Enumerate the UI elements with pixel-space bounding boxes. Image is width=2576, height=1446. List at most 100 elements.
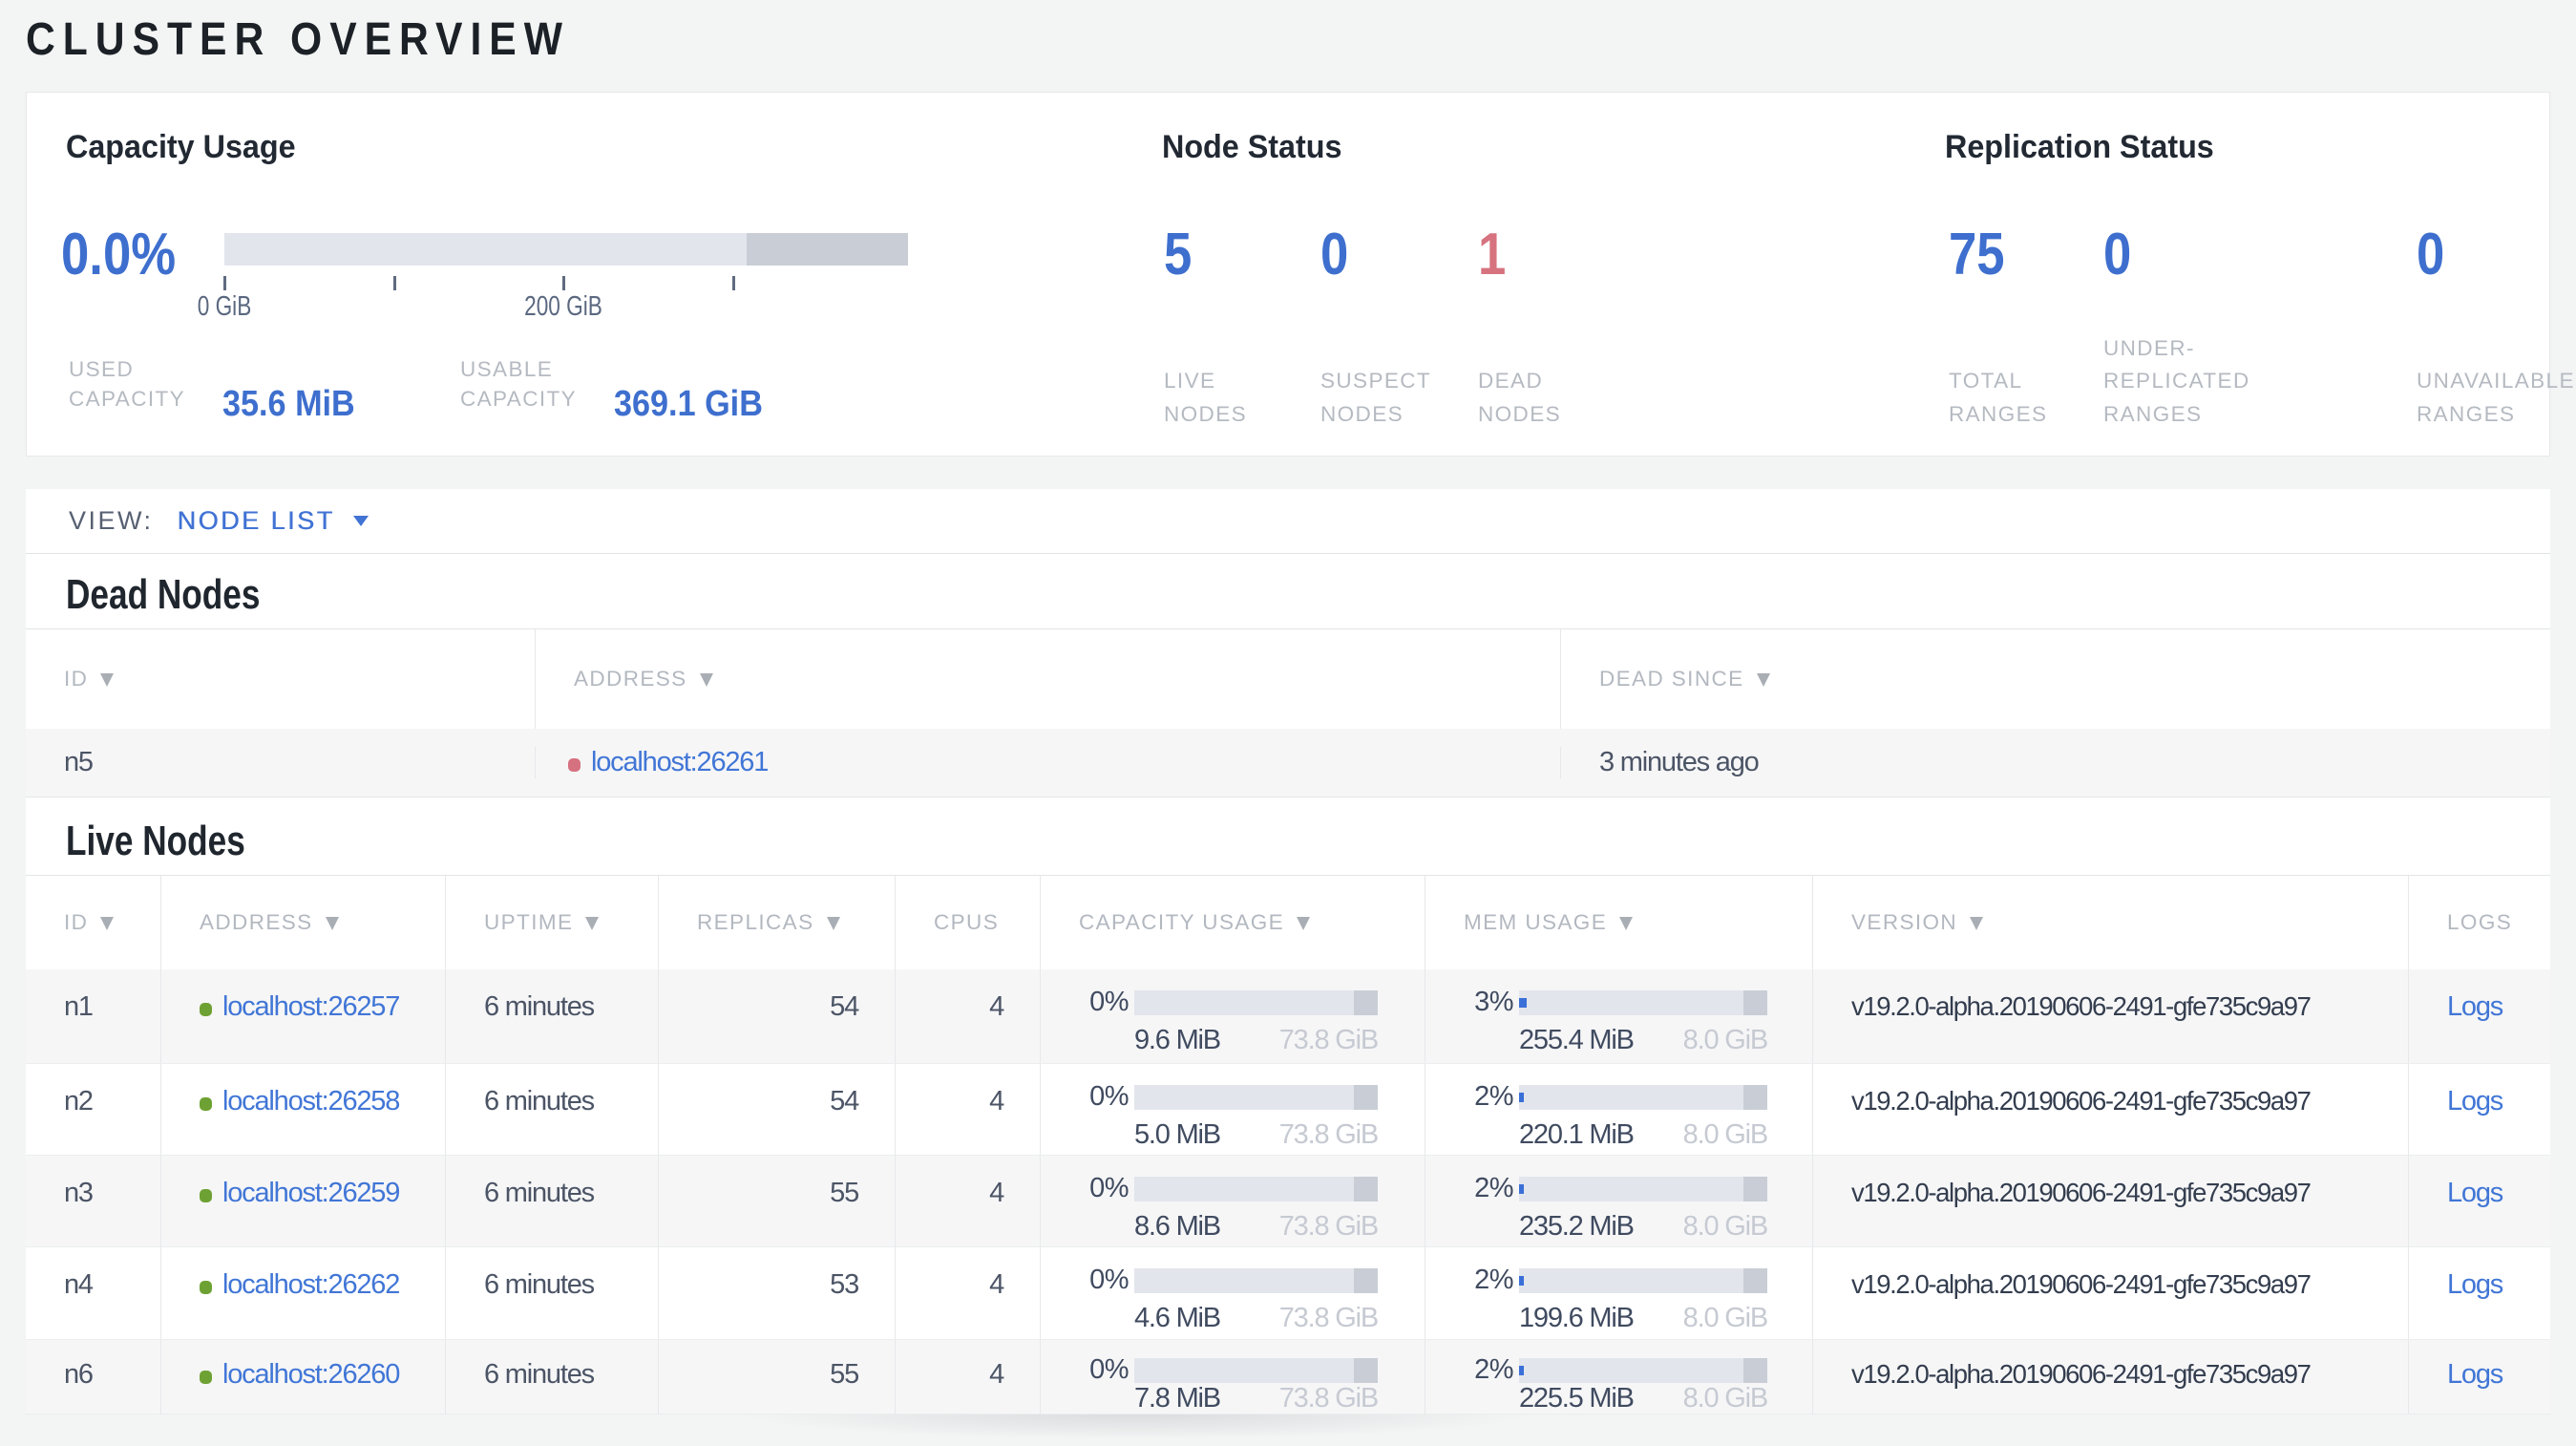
- column-header-label: CAPACITY USAGE: [1079, 910, 1285, 934]
- sort-desc-icon: [1756, 673, 1770, 687]
- usage-total-value: 8.0 GiB: [1682, 1383, 1769, 1414]
- capacity-stat-label: USABLE CAPACITY: [460, 357, 578, 411]
- usage-bar: [1519, 989, 1767, 1015]
- view-selector[interactable]: NODE LIST: [178, 506, 335, 536]
- column-header-replicas[interactable]: REPLICAS: [658, 876, 895, 969]
- usage-used-value: 199.6 MiB: [1519, 1303, 1635, 1333]
- logs-link[interactable]: Logs: [2447, 1086, 2503, 1116]
- live-node-address-link[interactable]: localhost:26262: [222, 1269, 400, 1300]
- logs-link[interactable]: Logs: [2447, 1359, 2503, 1390]
- column-header-cpus[interactable]: CPUS: [895, 876, 1040, 969]
- usage-used-value: 5.0 MiB: [1134, 1119, 1221, 1150]
- live-node-address-link[interactable]: localhost:26259: [222, 1178, 400, 1208]
- capacity-usage-cell: 0% 4.6 MiB 73.8 GiB: [1040, 1247, 1425, 1339]
- usage-percent: 3%: [1474, 987, 1513, 1017]
- status-metric-value: 5: [1164, 222, 1193, 287]
- live-node-id: n3: [64, 1178, 94, 1208]
- axis-tick: [732, 276, 735, 290]
- status-metric: 5 LIVE NODES: [1164, 225, 1320, 431]
- usage-bar-fill: [1519, 1092, 1524, 1102]
- usage-bar-fill: [1519, 1183, 1524, 1194]
- column-header-label: ADDRESS: [200, 910, 313, 934]
- live-node-version: v19.2.0-alpha.20190606-2491-gfe735c9a97: [1812, 1156, 2408, 1246]
- live-node-replicas: 53: [658, 1247, 895, 1339]
- live-node-logs: Logs: [2408, 1340, 2550, 1414]
- capacity-usage-cell: 0% 5.0 MiB 73.8 GiB: [1040, 1064, 1425, 1155]
- live-node-row: n6 localhost:26260 6 minutes 55 4 0% 7.8 MiB 73…: [26, 1340, 2550, 1414]
- column-header-dead-since[interactable]: DEAD SINCE: [1560, 629, 2550, 729]
- live-node-row: n3 localhost:26259 6 minutes 55 4 0% 8.6 MiB 73…: [26, 1156, 2550, 1247]
- live-node-cpus: 4: [895, 1340, 1040, 1414]
- live-node-address-link[interactable]: localhost:26260: [222, 1359, 400, 1390]
- column-header-capacity-usage[interactable]: CAPACITY USAGE: [1040, 876, 1425, 969]
- chevron-down-icon[interactable]: [352, 516, 369, 526]
- live-node-address: localhost:26257: [160, 969, 445, 1063]
- status-metric-value: 0: [2103, 222, 2132, 287]
- status-metric-label: LIVE NODES: [1164, 369, 1248, 426]
- column-header-address[interactable]: ADDRESS: [535, 629, 1560, 729]
- live-node-row: n4 localhost:26262 6 minutes 53 4 0% 4.6 MiB 73…: [26, 1247, 2550, 1340]
- column-header-label: ADDRESS: [574, 667, 687, 691]
- usage-used-value: 220.1 MiB: [1519, 1119, 1635, 1150]
- axis-tick: [393, 276, 396, 290]
- logs-link[interactable]: Logs: [2447, 1269, 2503, 1300]
- live-node-row: n2 localhost:26258 6 minutes 54 4 0% 5.0 MiB 73…: [26, 1064, 2550, 1156]
- column-header-uptime[interactable]: UPTIME: [445, 876, 658, 969]
- usage-bar: [1134, 989, 1378, 1015]
- cluster-summary-card: Capacity Usage Node Status Replication S…: [26, 92, 2573, 457]
- live-node-cpus: 4: [895, 1156, 1040, 1246]
- column-header-version[interactable]: VERSION: [1812, 876, 2408, 969]
- status-metric-label: DEAD NODES: [1478, 369, 1562, 426]
- column-header-id[interactable]: ID: [26, 876, 160, 969]
- usage-bar: [1134, 1084, 1378, 1110]
- column-header-address[interactable]: ADDRESS: [160, 876, 445, 969]
- live-node-replicas: 54: [658, 969, 895, 1063]
- live-node-id: n1: [64, 991, 94, 1022]
- column-header-logs[interactable]: LOGS: [2408, 876, 2550, 969]
- axis-tick: [223, 276, 226, 290]
- live-node-id: n2: [64, 1086, 94, 1116]
- sort-desc-icon: [100, 673, 115, 687]
- usage-total-value: 73.8 GiB: [1278, 1383, 1379, 1414]
- usage-bar: [1519, 1267, 1767, 1293]
- column-header-mem-usage[interactable]: MEM USAGE: [1425, 876, 1812, 969]
- live-node-uptime: 6 minutes: [445, 969, 658, 1063]
- column-header-id[interactable]: ID: [26, 629, 535, 729]
- column-header-label: UPTIME: [484, 910, 574, 934]
- usage-bar-reserved: [1743, 1176, 1767, 1201]
- usage-total-value: 73.8 GiB: [1278, 1303, 1379, 1333]
- live-node-logs: Logs: [2408, 1064, 2550, 1155]
- view-label: VIEW:: [69, 506, 154, 535]
- dead-node-address-link[interactable]: localhost:26261: [591, 747, 769, 777]
- usage-bar: [1134, 1176, 1378, 1201]
- status-metric-value: 75: [1949, 222, 2005, 287]
- capacity-stat-value: 35.6 MiB: [222, 384, 355, 424]
- live-node-address-link[interactable]: localhost:26257: [222, 991, 400, 1022]
- usage-used-value: 4.6 MiB: [1134, 1303, 1221, 1333]
- sort-desc-icon: [325, 917, 339, 930]
- live-nodes-heading: Live Nodes: [66, 818, 245, 864]
- usage-bar-reserved: [1354, 989, 1378, 1015]
- usage-used-value: 255.4 MiB: [1519, 1025, 1635, 1055]
- capacity-usage-heading: Capacity Usage: [66, 129, 296, 165]
- dead-node-id: n5: [64, 747, 94, 777]
- mem-usage-cell: 2% 220.1 MiB 8.0 GiB: [1425, 1064, 1812, 1155]
- usage-bar: [1519, 1357, 1767, 1383]
- usage-bar-fill: [1519, 1275, 1524, 1286]
- page-title: CLUSTER OVERVIEW: [26, 14, 570, 65]
- live-node-address-link[interactable]: localhost:26258: [222, 1086, 400, 1116]
- logs-link[interactable]: Logs: [2447, 991, 2503, 1022]
- logs-link[interactable]: Logs: [2447, 1178, 2503, 1208]
- column-header-label: VERSION: [1851, 910, 1958, 934]
- live-status-icon: [200, 1371, 212, 1384]
- status-metric: 0 UNAVAILABLE RANGES: [2417, 225, 2576, 431]
- live-node-uptime: 6 minutes: [445, 1340, 658, 1414]
- sort-desc-icon: [699, 673, 713, 687]
- usage-bar-fill: [1519, 1365, 1524, 1375]
- live-status-icon: [200, 1003, 212, 1016]
- status-metric-label: TOTAL RANGES: [1949, 369, 2048, 426]
- dead-node-row: n5 localhost:26261 3 minutes ago: [26, 729, 2550, 797]
- live-node-logs: Logs: [2408, 969, 2550, 1063]
- usage-used-value: 235.2 MiB: [1519, 1211, 1635, 1242]
- usage-bar: [1134, 1267, 1378, 1293]
